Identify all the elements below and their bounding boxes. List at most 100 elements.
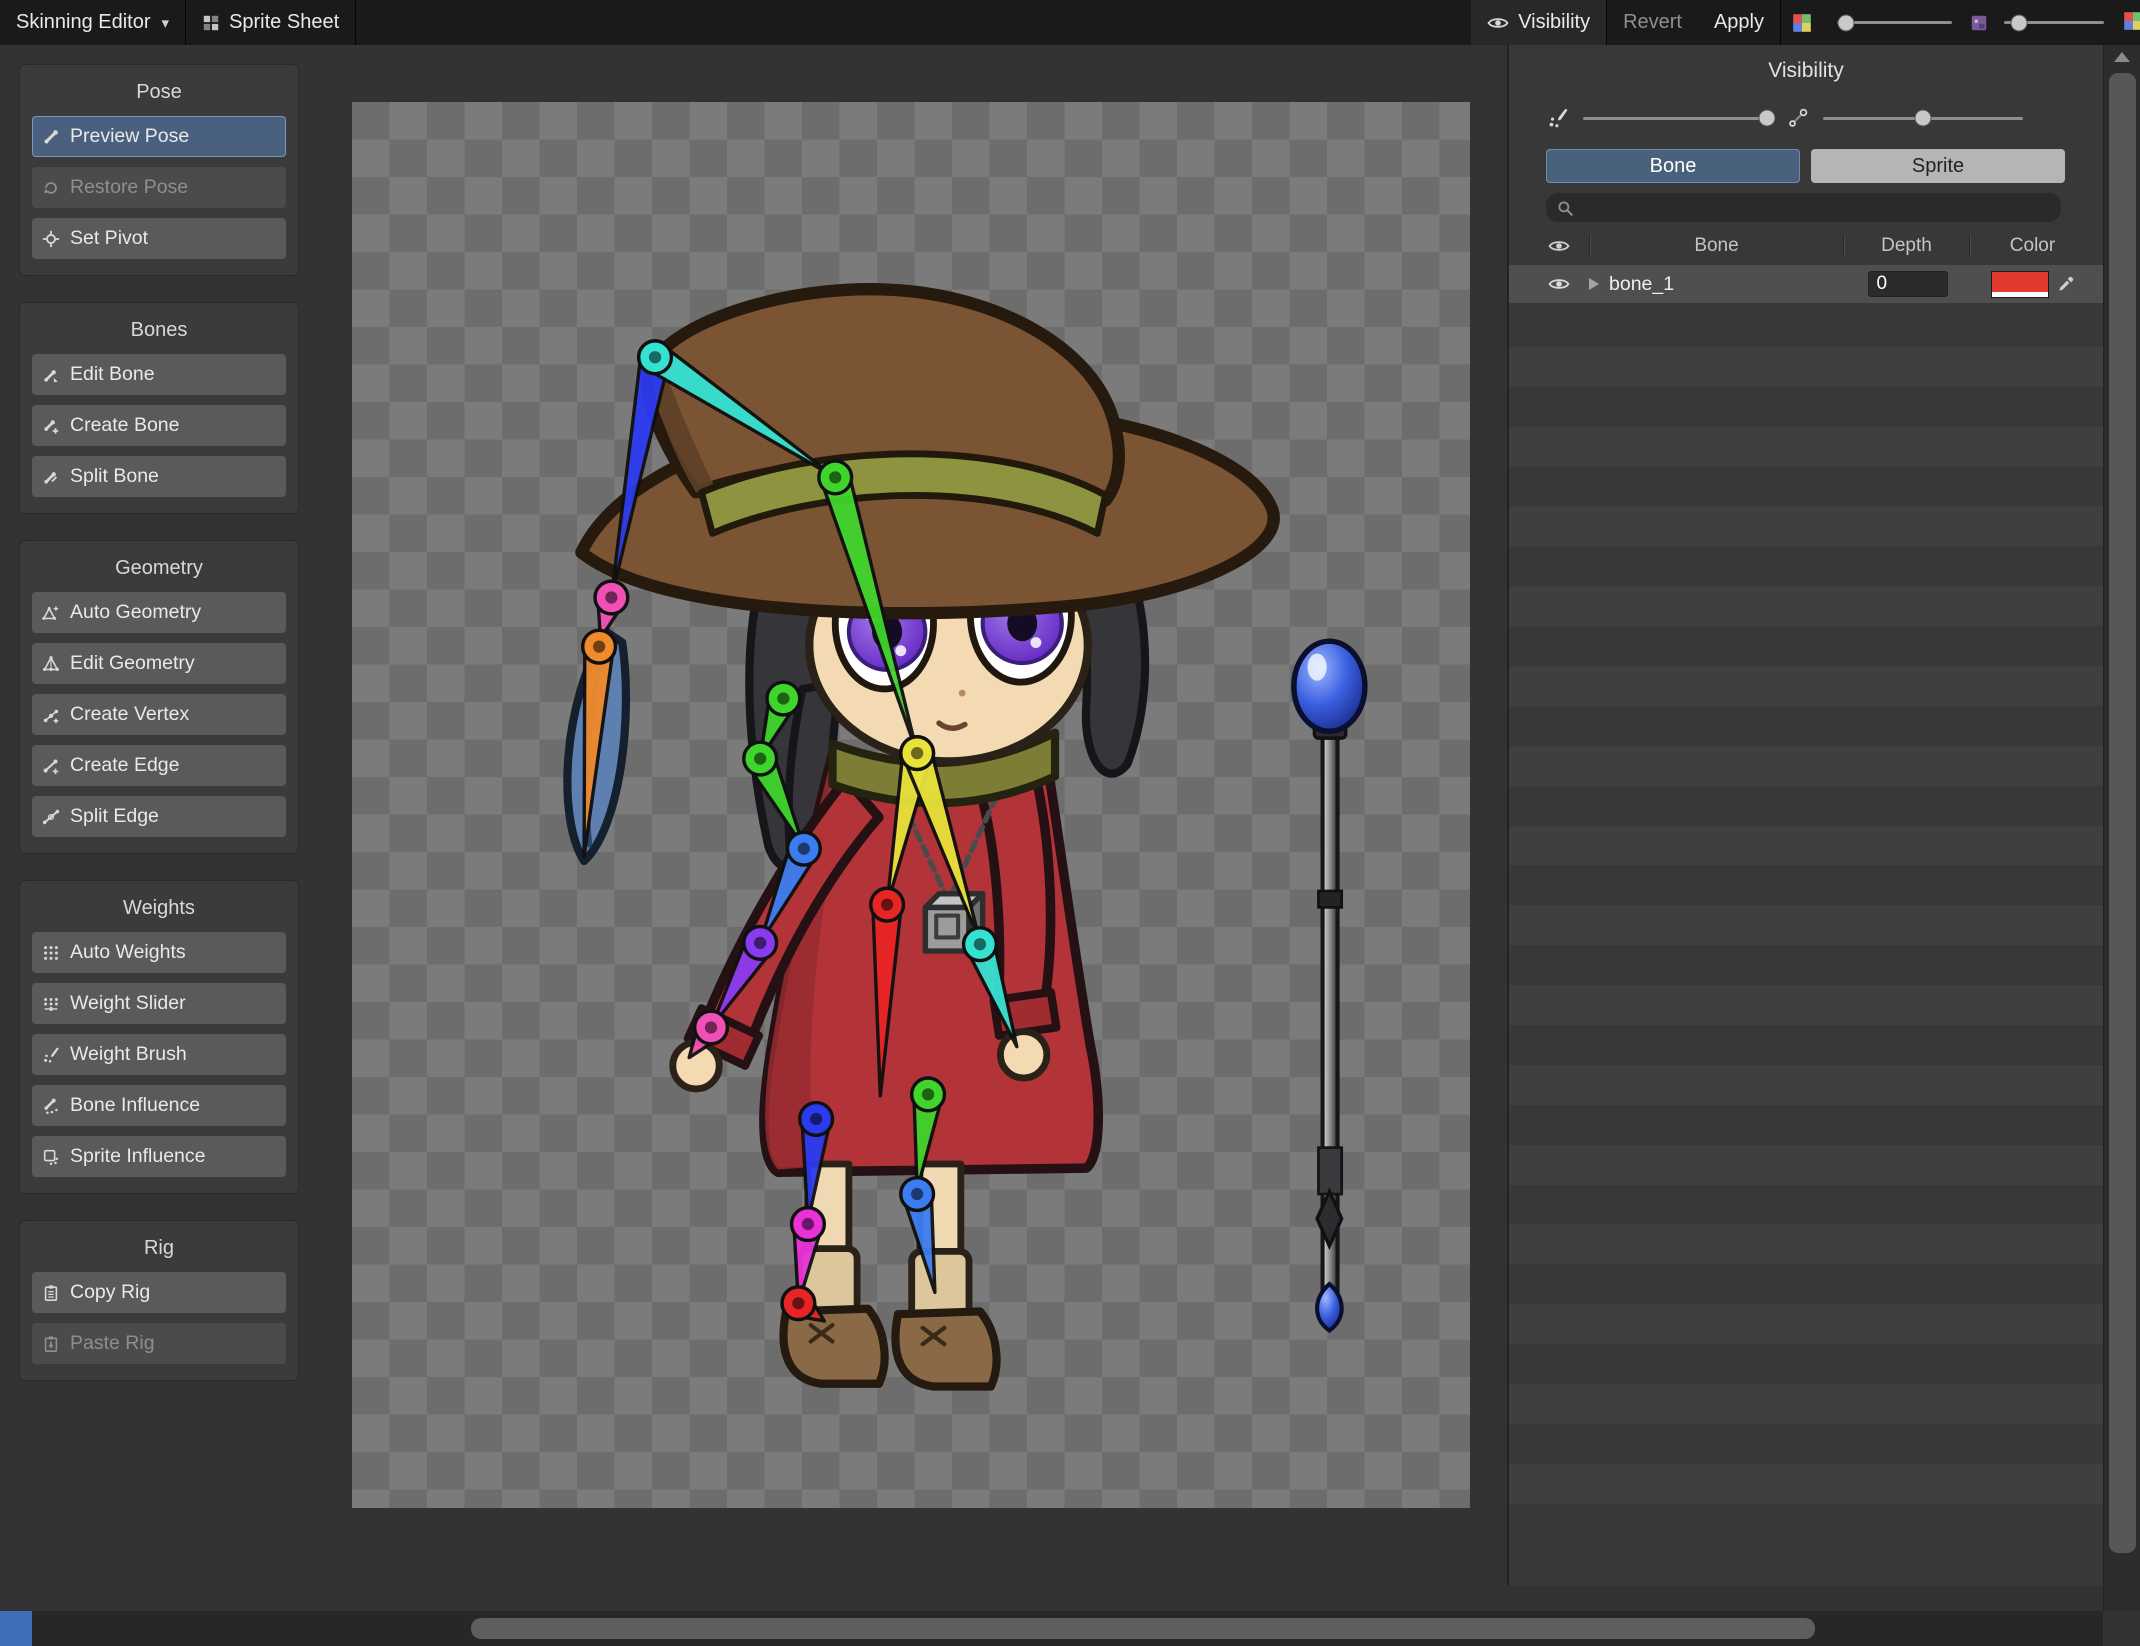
preview-pose-button[interactable]: Preview Pose <box>32 116 286 157</box>
eye-column-icon[interactable] <box>1548 235 1570 257</box>
split-bone-button[interactable]: Split Bone <box>32 456 286 497</box>
empty-list-row <box>1509 506 2103 547</box>
group-title: Geometry <box>115 557 203 579</box>
horizontal-scroll-thumb[interactable] <box>471 1618 1815 1639</box>
slider-handle[interactable] <box>1837 14 1855 31</box>
revert-button[interactable]: Revert <box>1607 0 1698 45</box>
button-label: Bone Influence <box>70 1094 201 1116</box>
canvas-svg <box>563 283 1368 1391</box>
create-vertex-button[interactable]: Create Vertex <box>32 694 286 735</box>
button-label: Auto Geometry <box>70 601 202 623</box>
sprite-opacity-slider[interactable] <box>1823 109 2023 127</box>
empty-list-row <box>1509 1184 2103 1225</box>
bone-influence-button[interactable]: Bone Influence <box>32 1085 286 1126</box>
apply-button[interactable]: Apply <box>1698 0 1780 45</box>
tab-sprite[interactable]: Sprite <box>1811 149 2065 183</box>
restore-icon <box>42 179 60 197</box>
bone-color-fill <box>1991 271 2048 292</box>
empty-list-row <box>1509 1463 2103 1504</box>
restore-pose-button[interactable]: Restore Pose <box>32 167 286 208</box>
expand-triangle-icon[interactable] <box>1589 278 1599 290</box>
revert-label: Revert <box>1623 11 1682 33</box>
create-edge-button[interactable]: Create Edge <box>32 745 286 786</box>
empty-list-row <box>1509 1224 2103 1265</box>
sprite-canvas[interactable] <box>352 102 1470 1508</box>
sprite-sheet-button[interactable]: Sprite Sheet <box>186 0 355 45</box>
top-toolbar: Skinning Editor ▾ Sprite Sheet Visibilit… <box>0 0 2140 45</box>
bone-split-icon <box>42 468 60 486</box>
copy-rig-button[interactable]: Copy Rig <box>32 1272 286 1313</box>
empty-list-row <box>1509 307 2103 347</box>
texture-button[interactable] <box>1966 0 1992 45</box>
empty-list-row <box>1509 945 2103 986</box>
eye-icon <box>1487 12 1509 34</box>
group-title: Bones <box>130 319 188 341</box>
empty-list-row <box>1509 666 2103 706</box>
bone-brush-icon <box>1547 107 1569 129</box>
empty-list-row <box>1509 1025 2103 1065</box>
visibility-panel: Visibility Bone Sprite Bone Depth Color … <box>1507 45 2103 1586</box>
arrow-up-icon <box>2114 52 2130 62</box>
edit-geometry-button[interactable]: Edit Geometry <box>32 643 286 684</box>
group-title: Weights <box>123 897 195 919</box>
depth-input[interactable] <box>1867 271 1948 297</box>
set-pivot-button[interactable]: Set Pivot <box>32 218 286 259</box>
pivot-icon <box>42 230 60 248</box>
button-label: Auto Weights <box>70 941 186 963</box>
empty-list-row <box>1509 1384 2103 1424</box>
create-bone-button[interactable]: Create Bone <box>32 405 286 446</box>
tab-bone[interactable]: Bone <box>1546 149 1800 183</box>
group-title: Pose <box>136 81 182 103</box>
empty-list-row <box>1509 546 2103 587</box>
button-label: Split Bone <box>70 465 159 487</box>
sprite-influence-icon <box>42 1148 60 1166</box>
tool-group-rig: Rig Copy Rig Paste Rig <box>19 1220 299 1381</box>
empty-list-row <box>1509 466 2103 507</box>
bone-edit-icon <box>42 366 60 384</box>
empty-list-row <box>1509 905 2103 946</box>
paste-icon <box>42 1335 60 1353</box>
chevron-down-icon: ▾ <box>161 14 170 32</box>
vertical-scroll-thumb[interactable] <box>2109 73 2136 1553</box>
split-edge-button[interactable]: Split Edge <box>32 796 286 837</box>
button-label: Edit Geometry <box>70 652 195 674</box>
bone-table-row[interactable]: bone_1 <box>1509 265 2103 303</box>
auto-weights-button[interactable]: Auto Weights <box>32 932 286 973</box>
button-label: Create Vertex <box>70 703 190 725</box>
sprite-influence-button[interactable]: Sprite Influence <box>32 1136 286 1177</box>
toolbar-bone-opacity-slider[interactable] <box>1837 14 1952 31</box>
bone-column-header: Bone <box>1694 235 1739 256</box>
slider-handle[interactable] <box>2010 14 2028 31</box>
color-palette-button[interactable] <box>1781 0 1823 45</box>
toolbar-separator <box>355 0 357 45</box>
bone-list-empty-rows <box>1509 307 2103 1540</box>
slider-handle[interactable] <box>1758 109 1776 127</box>
skinning-editor-label: Skinning Editor <box>16 11 151 33</box>
color-grid-icon <box>2122 10 2140 32</box>
edit-bone-button[interactable]: Edit Bone <box>32 354 286 395</box>
bone-icon <box>42 128 60 146</box>
slider-handle[interactable] <box>1914 109 1932 127</box>
button-label: Create Bone <box>70 414 180 436</box>
empty-list-row <box>1509 346 2103 387</box>
bone-color-swatch[interactable] <box>1990 270 2049 298</box>
bone-search-box[interactable] <box>1546 193 2061 222</box>
paste-rig-button[interactable]: Paste Rig <box>32 1323 286 1364</box>
bone-opacity-slider[interactable] <box>1583 109 1776 127</box>
row-visibility-eye-icon[interactable] <box>1548 273 1570 295</box>
button-label: Set Pivot <box>70 227 149 249</box>
weight-slider-button[interactable]: Weight Slider <box>32 983 286 1024</box>
eyedropper-icon[interactable] <box>2057 275 2075 293</box>
search-input[interactable] <box>1580 196 2051 219</box>
horizontal-scrollbar[interactable] <box>0 1611 2103 1646</box>
empty-list-row <box>1509 1423 2103 1464</box>
visibility-toggle-button[interactable]: Visibility <box>1471 0 1607 45</box>
toolbar-sprite-opacity-slider[interactable] <box>2004 14 2104 31</box>
button-label: Weight Brush <box>70 1043 187 1065</box>
scroll-up-button[interactable] <box>2104 45 2140 69</box>
skinning-editor-dropdown[interactable]: Skinning Editor ▾ <box>0 0 185 45</box>
vertical-scrollbar[interactable] <box>2103 45 2140 1646</box>
weight-brush-button[interactable]: Weight Brush <box>32 1034 286 1075</box>
auto-geometry-button[interactable]: Auto Geometry <box>32 592 286 633</box>
button-label: Split Edge <box>70 805 159 827</box>
